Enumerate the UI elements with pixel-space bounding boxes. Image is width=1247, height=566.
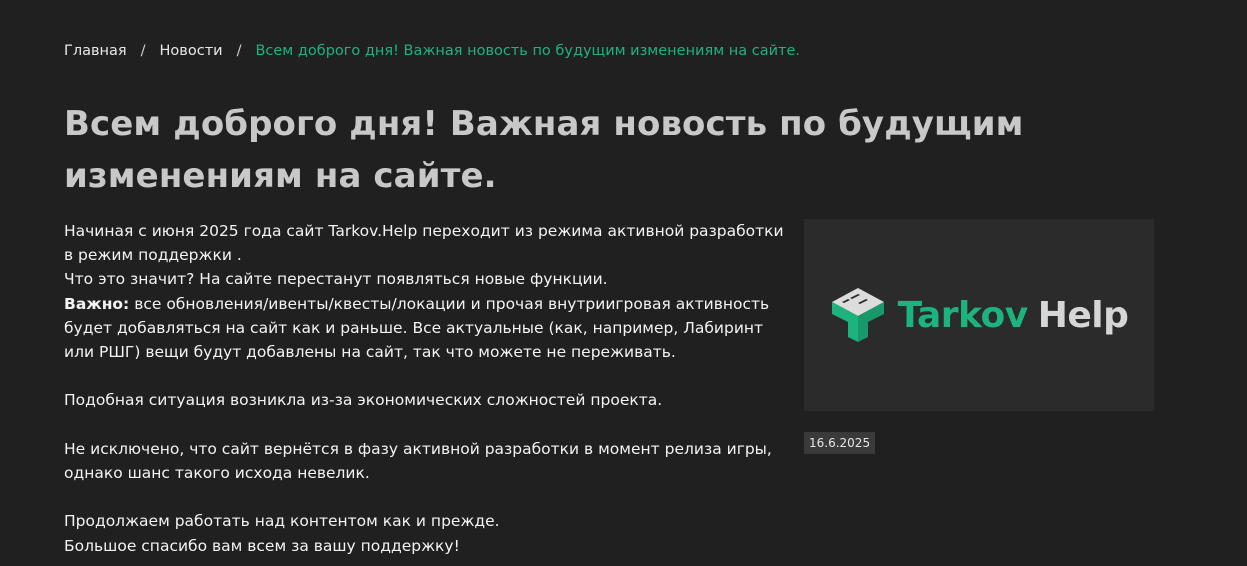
tarkov-help-logo: Tarkov Help [830,286,1129,344]
breadcrumb: Главная / Новости / Всем доброго дня! Ва… [64,41,800,61]
breadcrumb-home-link[interactable]: Главная [64,41,127,61]
article-body: Начиная с июня 2025 года сайт Tarkov.Hel… [64,219,784,558]
news-article-page: Главная / Новости / Всем доброго дня! Ва… [0,0,1247,566]
breadcrumb-separator: / [140,43,146,59]
article-paragraph: Начиная с июня 2025 года сайт Tarkov.Hel… [64,222,784,265]
breadcrumb-news-link[interactable]: Новости [160,41,223,61]
article-paragraph: Не исключено, что сайт вернётся в фазу а… [64,439,772,482]
breadcrumb-current-page: Всем доброго дня! Важная новость по буду… [255,43,800,59]
publish-date-badge: 16.6.2025 [804,432,876,454]
logo-word-help: Help [1037,294,1129,336]
important-label: Важно: [64,294,130,313]
article-paragraph: Большое спасибо вам всем за вашу поддерж… [64,536,460,555]
logo-wordmark: Tarkov Help [898,295,1129,336]
tarkov-help-logo-icon [831,288,884,342]
article-title: Всем доброго дня! Важная новость по буду… [64,104,1024,196]
logo-word-tarkov: Tarkov [897,294,1029,336]
article-paragraph-important: Важно: все обновления/ивенты/квесты/лока… [64,292,784,365]
breadcrumb-separator: / [236,43,242,59]
article-cover-image: Tarkov Help [804,219,1154,411]
article-paragraph: Продолжаем работать над контентом как и … [64,512,500,531]
article-paragraph: Подобная ситуация возникла из-за экономи… [64,391,663,410]
important-text: все обновления/ивенты/квесты/локации и п… [64,294,770,362]
article-paragraph: Что это значит? На сайте перестанут появ… [64,270,608,289]
